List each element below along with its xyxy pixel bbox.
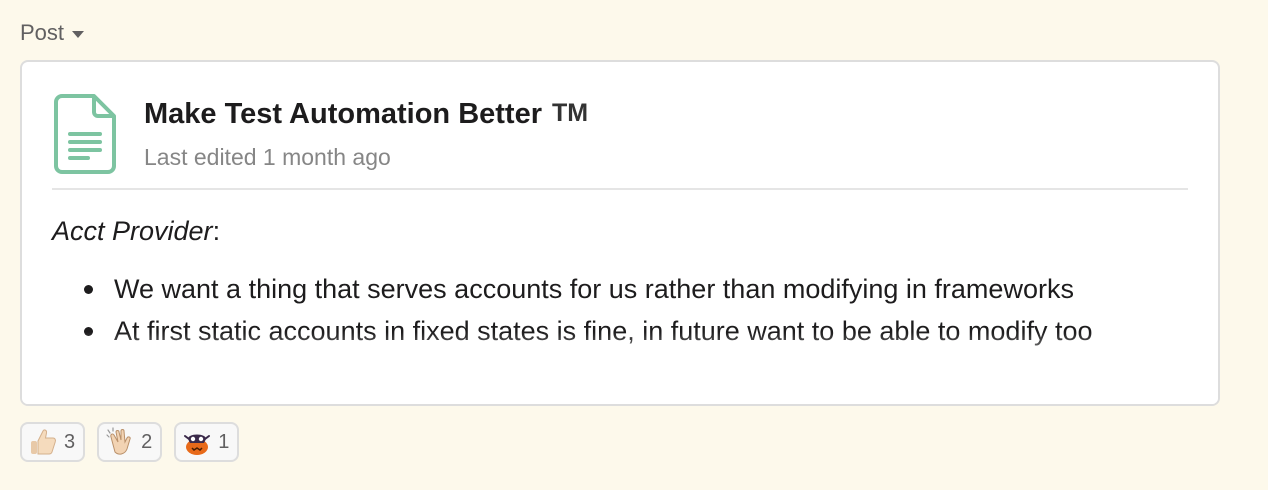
post-type-label: Post xyxy=(20,20,65,45)
divider xyxy=(52,188,1188,190)
reaction-pumpkin-character[interactable]: 1 xyxy=(174,422,240,462)
thumbs-up-icon xyxy=(28,427,58,457)
post-card[interactable]: Make Test Automation Better TM Last edit… xyxy=(20,60,1220,406)
truncated-previous-message xyxy=(0,0,1268,6)
post-type-dropdown[interactable]: Post xyxy=(20,20,85,46)
section-heading-text: Acct Provider xyxy=(52,216,213,246)
reaction-clapping-hands[interactable]: 2 xyxy=(97,422,163,462)
post-title-row: Make Test Automation Better TM xyxy=(144,98,588,131)
content-fade-overlay xyxy=(22,332,1218,404)
pumpkin-character-icon xyxy=(182,427,212,457)
document-icon xyxy=(54,94,116,174)
trademark-symbol: TM xyxy=(552,99,589,127)
section-heading-colon: : xyxy=(212,216,221,246)
last-edited-label: Last edited 1 month ago xyxy=(144,144,391,170)
clapping-hands-icon xyxy=(105,427,135,457)
caret-down-icon xyxy=(72,30,85,38)
list-item: We want a thing that serves accounts for… xyxy=(84,268,1194,310)
reaction-thumbs-up[interactable]: 3 xyxy=(20,422,86,462)
reaction-count: 3 xyxy=(64,430,76,453)
reaction-bar: 3 2 1 xyxy=(20,422,240,462)
post-title[interactable]: Make Test Automation Better xyxy=(144,98,542,131)
section-heading: Acct Provider: xyxy=(52,216,220,247)
reaction-count: 1 xyxy=(218,430,230,453)
reaction-count: 2 xyxy=(141,430,153,453)
